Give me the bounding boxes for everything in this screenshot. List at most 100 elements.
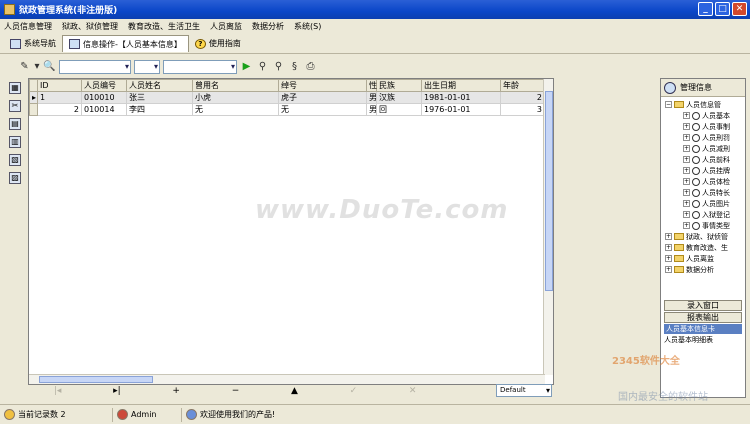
table-cell[interactable]: 李四 — [126, 103, 193, 116]
column-header[interactable]: 人员姓名 — [126, 79, 193, 92]
field-select[interactable] — [59, 59, 131, 74]
form-view-icon[interactable]: ▤ — [9, 118, 21, 130]
delete-icon[interactable]: ▨ — [9, 172, 21, 184]
table-cell[interactable]: 010014 — [81, 103, 127, 116]
tree-node[interactable]: + 人员离监 — [661, 253, 745, 264]
table-cell[interactable]: 2 — [37, 103, 82, 116]
tab-navigation[interactable]: 系统导航 — [4, 35, 62, 52]
table-row[interactable]: ▸ 1 010010 张三 小虎 虎子 男 汉族 1981-01-01 2 — [29, 91, 545, 104]
table-row[interactable]: 2 010014 李四 无 无 男 回 1976-01-01 3 — [29, 103, 545, 116]
run-icon[interactable]: ▶ — [240, 60, 253, 73]
search-icon[interactable]: 🔍 — [43, 60, 56, 73]
post-record-button[interactable]: ✓ — [350, 386, 358, 396]
tab-guide[interactable]: ? 使用指南 — [189, 35, 247, 52]
menu-item-release[interactable]: 人员离监 — [210, 21, 242, 32]
tree-node[interactable]: + 人员体检 — [661, 176, 745, 187]
sort-icon[interactable]: § — [288, 60, 301, 73]
table-cell[interactable]: 2 — [500, 91, 545, 104]
menu-item-prison-affairs[interactable]: 狱政、狱侦管理 — [62, 21, 118, 32]
table-cell[interactable]: 无 — [278, 103, 367, 116]
expand-icon[interactable]: + — [683, 134, 690, 141]
table-cell[interactable]: 无 — [192, 103, 279, 116]
expand-icon[interactable]: + — [683, 167, 690, 174]
column-header[interactable]: 出生日期 — [421, 79, 501, 92]
scroll-thumb[interactable] — [545, 91, 553, 291]
collapse-icon[interactable]: − — [665, 101, 672, 108]
minimize-button[interactable]: _ — [698, 2, 713, 16]
tree-node[interactable]: + 事情类型 — [661, 220, 745, 231]
table-cell[interactable]: 1 — [37, 91, 82, 104]
tree-node[interactable]: + 人员图片 — [661, 198, 745, 209]
tree-node[interactable]: + 人员刑罚 — [661, 132, 745, 143]
find-next-icon[interactable]: ⚲ — [272, 60, 285, 73]
dropdown-arrow-icon[interactable]: ▾ — [34, 60, 40, 73]
operator-select[interactable] — [134, 59, 160, 74]
table-cell[interactable]: 010010 — [81, 91, 127, 104]
expand-icon[interactable]: + — [683, 211, 690, 218]
delete-record-button[interactable]: − — [232, 386, 240, 396]
expand-icon[interactable]: + — [665, 244, 672, 251]
expand-icon[interactable]: + — [683, 178, 690, 185]
expand-icon[interactable]: + — [683, 112, 690, 119]
scroll-thumb[interactable] — [39, 376, 153, 383]
document-icon[interactable]: ▥ — [9, 136, 21, 148]
expand-icon[interactable]: + — [683, 189, 690, 196]
cancel-record-button[interactable]: ✕ — [409, 386, 417, 396]
tree-node[interactable]: − 人员信息管 — [661, 99, 745, 110]
tree-node[interactable]: + 教育改造、生 — [661, 242, 745, 253]
tree-node[interactable]: + 人员挂牌 — [661, 165, 745, 176]
expand-icon[interactable]: + — [665, 255, 672, 262]
edit-icon[interactable]: ✎ — [18, 60, 31, 73]
table-cell[interactable]: 小虎 — [192, 91, 279, 104]
table-cell[interactable]: 张三 — [126, 91, 193, 104]
column-header[interactable]: 民族 — [376, 79, 422, 92]
column-header[interactable]: 性 — [366, 79, 377, 92]
report-item-detail[interactable]: 人员基本明细表 — [664, 335, 742, 345]
expand-icon[interactable]: + — [665, 266, 672, 273]
find-icon[interactable]: ⚲ — [256, 60, 269, 73]
tree-node[interactable]: + 人员减刑 — [661, 143, 745, 154]
table-cell[interactable]: 1976-01-01 — [421, 103, 501, 116]
entry-window-button[interactable]: 录入窗口 — [664, 300, 742, 311]
report-output-button[interactable]: 报表输出 — [664, 312, 742, 323]
menu-item-personnel[interactable]: 人员信息管理 — [4, 21, 52, 32]
chart-icon[interactable]: ▧ — [9, 154, 21, 166]
menu-item-analysis[interactable]: 数据分析 — [252, 21, 284, 32]
expand-icon[interactable]: + — [683, 123, 690, 130]
column-header[interactable]: 人员编号 — [81, 79, 127, 92]
grid-view-icon[interactable]: ▦ — [9, 82, 21, 94]
tree-node[interactable]: + 人员事制 — [661, 121, 745, 132]
edit-record-button[interactable]: ▲ — [291, 386, 298, 396]
expand-icon[interactable]: + — [683, 145, 690, 152]
column-header[interactable]: ID — [37, 79, 82, 92]
maximize-button[interactable]: □ — [715, 2, 730, 16]
table-cell[interactable]: 汉族 — [376, 91, 422, 104]
tree-node[interactable]: + 人员前科 — [661, 154, 745, 165]
tab-info-operation[interactable]: 信息操作-【人员基本信息】 — [62, 35, 189, 52]
structure-icon[interactable]: ✂ — [9, 100, 21, 112]
expand-icon[interactable]: + — [683, 222, 690, 229]
expand-icon[interactable]: + — [683, 156, 690, 163]
close-button[interactable]: ✕ — [732, 2, 747, 16]
tree-node[interactable]: + 人员基本 — [661, 110, 745, 121]
expand-icon[interactable]: + — [665, 233, 672, 240]
table-cell[interactable]: 男 — [366, 103, 377, 116]
report-item-card[interactable]: 人员基本信息卡 — [664, 324, 742, 334]
vertical-scrollbar[interactable] — [543, 79, 553, 375]
last-record-button[interactable]: ▸| — [113, 386, 121, 396]
column-header[interactable]: 年龄 — [500, 79, 545, 92]
table-cell[interactable]: 回 — [376, 103, 422, 116]
tree-node[interactable]: + 数据分析 — [661, 264, 745, 275]
value-select[interactable] — [163, 59, 237, 74]
expand-icon[interactable]: + — [683, 200, 690, 207]
column-header[interactable]: 绰号 — [278, 79, 367, 92]
menu-item-education[interactable]: 教育改造、生活卫生 — [128, 21, 200, 32]
print-icon[interactable]: ⎙ — [304, 60, 317, 73]
table-cell[interactable]: 1981-01-01 — [421, 91, 501, 104]
table-cell[interactable]: 男 — [366, 91, 377, 104]
tree-node[interactable]: + 人员特长 — [661, 187, 745, 198]
tree-node[interactable]: + 狱政、狱侦管 — [661, 231, 745, 242]
menu-item-system[interactable]: 系统(S) — [294, 21, 321, 32]
table-cell[interactable]: 3 — [500, 103, 545, 116]
add-record-button[interactable]: + — [172, 386, 180, 396]
